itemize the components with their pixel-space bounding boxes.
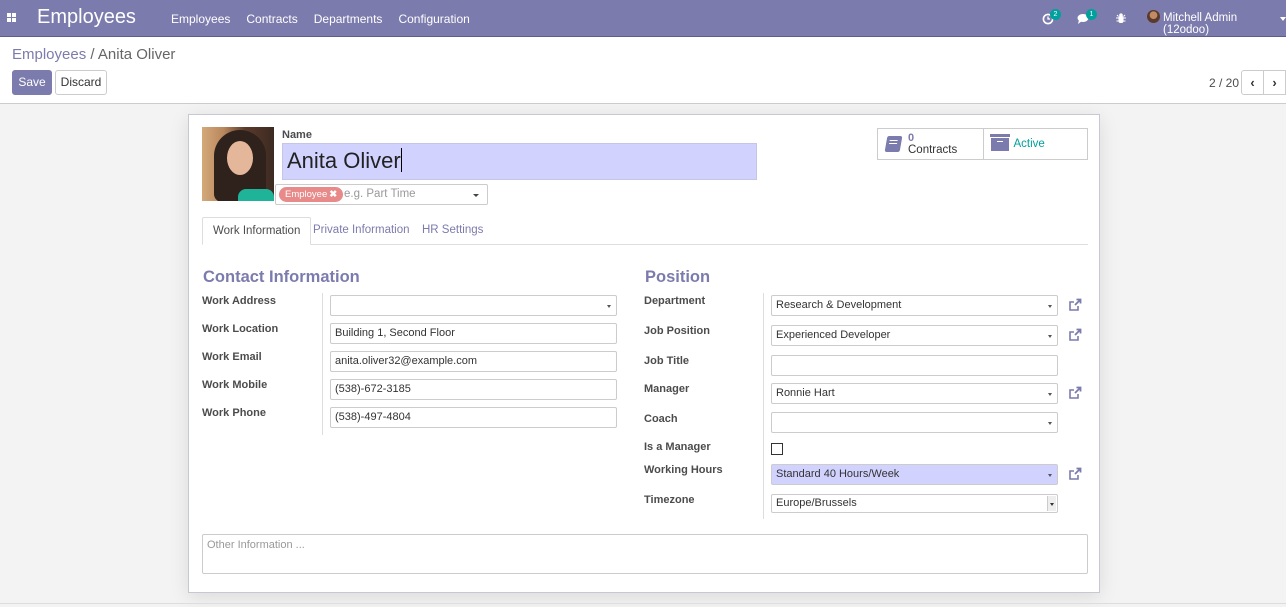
work-email-input[interactable]: anita.oliver32@example.com (330, 351, 617, 372)
contracts-smart-button[interactable]: 0 Contracts (878, 129, 983, 159)
book-icon (884, 136, 903, 152)
work-email-label: Work Email (202, 351, 262, 363)
timezone-value: Europe/Brussels (776, 497, 857, 509)
dropdown-caret-icon (1048, 474, 1052, 477)
tags-placeholder: e.g. Part Time (344, 188, 416, 200)
job-title-input[interactable] (771, 355, 1058, 376)
active-toggle-button[interactable]: Active (982, 129, 1088, 159)
archive-icon (989, 134, 1010, 151)
dropdown-caret-icon[interactable] (473, 194, 479, 197)
dropdown-caret-icon (1048, 335, 1052, 338)
external-link-icon[interactable] (1068, 328, 1082, 342)
working-hours-select[interactable]: Standard 40 Hours/Week (771, 464, 1058, 485)
department-select[interactable]: Research & Development (771, 295, 1058, 316)
activity-button[interactable]: 2 (1042, 9, 1064, 27)
dropdown-caret-icon (1047, 496, 1056, 511)
name-label: Name (282, 129, 312, 141)
work-phone-input[interactable]: (538)-497-4804 (330, 407, 617, 428)
dropdown-caret-icon (1048, 305, 1052, 308)
work-address-select[interactable] (330, 295, 617, 316)
tab-private-information[interactable]: Private Information (303, 217, 420, 245)
external-link-icon[interactable] (1068, 386, 1082, 400)
timezone-label: Timezone (644, 494, 695, 506)
manager-label: Manager (644, 383, 690, 395)
employee-photo[interactable] (202, 127, 274, 201)
department-label: Department (644, 295, 706, 307)
breadcrumb-employees[interactable]: Employees (12, 46, 86, 63)
external-link-icon[interactable] (1068, 298, 1082, 312)
contact-information-title: Contact Information (203, 268, 360, 286)
top-navbar: Employees Employees Contracts Department… (0, 0, 1286, 37)
external-link-icon[interactable] (1068, 467, 1082, 481)
contracts-count: 0 (908, 132, 915, 144)
working-hours-value: Standard 40 Hours/Week (776, 468, 900, 480)
menu-item-departments[interactable]: Departments (314, 12, 383, 26)
job-position-value: Experienced Developer (776, 329, 891, 341)
save-button[interactable]: Save (12, 70, 52, 95)
breadcrumb: Employees / Anita Oliver (12, 46, 175, 63)
user-avatar[interactable] (1147, 10, 1160, 23)
text-cursor (400, 148, 402, 172)
form-sheet: Name Anita Oliver Employee ✖ e.g. Part Ti… (188, 114, 1100, 593)
active-label: Active (1013, 138, 1045, 150)
menu-item-contracts[interactable]: Contracts (246, 12, 297, 26)
messages-button[interactable]: 1 (1077, 9, 1099, 27)
tag-label: Employee (285, 189, 328, 200)
dropdown-caret-icon (607, 305, 611, 308)
pager-previous-button[interactable]: ‹ (1242, 71, 1264, 94)
menu-item-employees[interactable]: Employees (171, 12, 230, 26)
remove-tag-icon[interactable]: ✖ (329, 189, 337, 200)
discard-button[interactable]: Discard (55, 70, 107, 95)
app-title: Employees (37, 6, 136, 28)
apps-menu-icon[interactable] (7, 13, 17, 23)
tab-hr-settings[interactable]: HR Settings (412, 217, 493, 245)
work-location-input[interactable]: Building 1, Second Floor (330, 323, 617, 344)
form-tabs: Work Information Private Information HR … (202, 217, 1088, 245)
work-address-label: Work Address (202, 295, 276, 307)
is-manager-label: Is a Manager (644, 441, 711, 453)
tab-work-information[interactable]: Work Information (202, 217, 312, 245)
pager-value[interactable]: 2 / 20 (1209, 76, 1239, 90)
manager-value: Ronnie Hart (776, 387, 835, 399)
job-position-label: Job Position (644, 325, 710, 337)
main-menu: Employees Contracts Departments Configur… (171, 12, 470, 26)
job-position-select[interactable]: Experienced Developer (771, 325, 1058, 346)
user-menu[interactable]: Mitchell Admin (12odoo) (1163, 12, 1286, 36)
work-phone-label: Work Phone (202, 407, 266, 419)
coach-label: Coach (644, 413, 678, 425)
messages-badge: 1 (1086, 9, 1097, 20)
category-tags-input[interactable]: Employee ✖ e.g. Part Time (275, 184, 488, 205)
work-mobile-input[interactable]: (538)-672-3185 (330, 379, 617, 400)
pager-buttons: ‹ › (1241, 70, 1286, 95)
activity-badge: 2 (1050, 9, 1061, 20)
chevron-down-icon[interactable] (1280, 17, 1286, 21)
control-panel: Employees / Anita Oliver Save Discard 2 … (0, 37, 1286, 104)
position-separator (763, 293, 764, 519)
department-value: Research & Development (776, 299, 902, 311)
job-title-label: Job Title (644, 355, 690, 367)
dropdown-caret-icon (1048, 422, 1052, 425)
menu-item-configuration[interactable]: Configuration (398, 12, 469, 26)
position-title: Position (645, 268, 711, 286)
other-information-textarea[interactable]: Other Information ... (202, 534, 1088, 574)
bug-icon[interactable] (1116, 13, 1126, 24)
breadcrumb-separator: / (86, 46, 98, 63)
working-hours-label: Working Hours (644, 464, 723, 476)
tag-employee: Employee ✖ (279, 187, 344, 202)
contact-separator (322, 293, 323, 435)
contracts-label: Contracts (908, 144, 958, 156)
timezone-select[interactable]: Europe/Brussels (771, 494, 1058, 513)
is-manager-checkbox[interactable] (771, 443, 783, 455)
work-mobile-label: Work Mobile (202, 379, 268, 391)
work-location-label: Work Location (202, 323, 279, 335)
name-input[interactable]: Anita Oliver (282, 143, 757, 180)
coach-select[interactable] (771, 412, 1058, 433)
name-value: Anita Oliver (287, 148, 401, 173)
page-bottom-divider (0, 603, 1286, 604)
manager-select[interactable]: Ronnie Hart (771, 383, 1058, 404)
dropdown-caret-icon (1048, 393, 1052, 396)
breadcrumb-current: Anita Oliver (97, 46, 176, 63)
smart-buttons: 0 Contracts Active (877, 128, 1088, 160)
pager-next-button[interactable]: › (1264, 71, 1285, 94)
